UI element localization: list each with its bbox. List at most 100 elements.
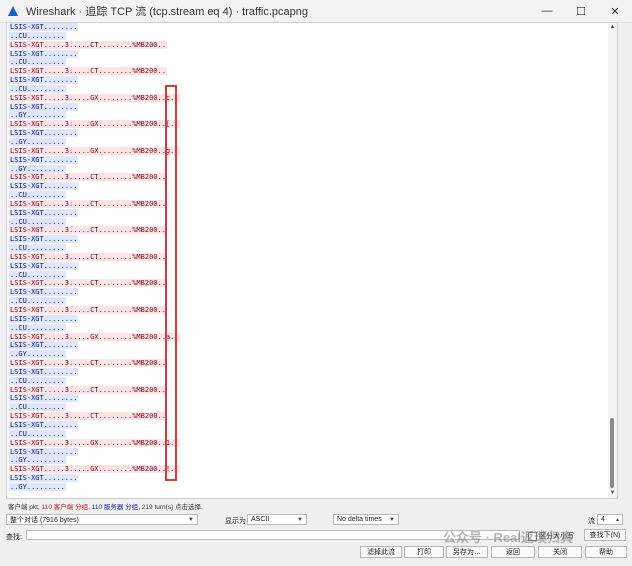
client-stream-line[interactable]: LSIS-XGT.....3.....CT........%MB200.. [9, 67, 180, 76]
stream-line-text: LSIS-XGT.....3.....CT........%MB200.. [9, 279, 167, 288]
maximize-button[interactable]: ☐ [564, 0, 598, 22]
stream-text[interactable]: LSIS-XGT........ ..CU......... LSIS-XGT...… [9, 23, 180, 492]
server-stream-line[interactable]: ..CU......... [9, 429, 180, 439]
stream-line-text: ..GY......... [9, 350, 66, 359]
client-stream-line[interactable]: LSIS-XGT.....3.....CT........%MB200.. [9, 199, 180, 209]
stream-line-text: ..CU......... [9, 376, 66, 385]
server-stream-line[interactable]: LSIS-XGT........ [9, 261, 180, 271]
server-stream-line[interactable]: LSIS-XGT........ [9, 23, 180, 32]
server-stream-line[interactable]: LSIS-XGT........ [9, 155, 180, 165]
server-stream-line[interactable]: ..CU......... [9, 270, 180, 280]
client-stream-line[interactable]: LSIS-XGT.....3.....GX........%MB200..g.. [9, 146, 180, 156]
client-stream-line[interactable]: LSIS-XGT.....3.....CT........%MB200.. [9, 385, 180, 395]
show-as-select[interactable]: ASCII ▼ [247, 514, 307, 525]
client-stream-line[interactable]: LSIS-XGT.....3.....CT........%MB200.. [9, 279, 180, 288]
close-window-button[interactable]: ✕ [598, 0, 632, 22]
save-as-button[interactable]: 另存为… [446, 546, 488, 558]
help-button[interactable]: 帮助 [585, 546, 627, 558]
client-stream-line[interactable]: LSIS-XGT.....3.....GX........%MB200..c.. [9, 93, 180, 103]
client-stream-line[interactable]: LSIS-XGT.....3.....CT........%MB200.. [9, 359, 180, 368]
client-stream-line[interactable]: LSIS-XGT.....3.....CT........%MB200.. [9, 252, 180, 262]
server-stream-line[interactable]: ..GY......... [9, 482, 180, 492]
stream-line-text: LSIS-XGT........ [9, 474, 79, 483]
server-stream-line[interactable]: LSIS-XGT........ [9, 288, 180, 297]
server-stream-line[interactable]: LSIS-XGT........ [9, 182, 180, 191]
stream-line-text: LSIS-XGT........ [9, 49, 79, 58]
scroll-thumb[interactable] [610, 418, 614, 488]
stream-line-text: LSIS-XGT.....3.....CT........%MB200.. [9, 226, 167, 235]
server-stream-line[interactable]: LSIS-XGT........ [9, 129, 180, 138]
client-stream-line[interactable]: LSIS-XGT.....3.....GX........%MB200..[.. [9, 120, 180, 129]
stream-content-pane[interactable]: LSIS-XGT........ ..CU......... LSIS-XGT...… [6, 22, 618, 499]
server-stream-line[interactable]: ..CU......... [9, 297, 180, 306]
server-stream-line[interactable]: LSIS-XGT........ [9, 341, 180, 350]
server-stream-line[interactable]: LSIS-XGT........ [9, 420, 180, 430]
server-stream-line[interactable]: ..CU......... [9, 244, 180, 253]
delta-times-value: No delta times [337, 516, 382, 523]
stream-line-text: LSIS-XGT........ [9, 102, 79, 111]
vertical-scrollbar[interactable]: ▲ ▼ [608, 23, 617, 498]
stream-line-text: ..CU......... [9, 191, 66, 200]
print-button[interactable]: 打印 [404, 546, 444, 558]
server-stream-line[interactable]: LSIS-XGT........ [9, 394, 180, 403]
client-stream-line[interactable]: LSIS-XGT.....3.....GX........%MB200..1.. [9, 438, 180, 448]
server-stream-line[interactable]: ..CU......... [9, 191, 180, 200]
scroll-down-arrow-icon[interactable]: ▼ [609, 490, 616, 497]
close-button[interactable]: 关闭 [538, 546, 582, 558]
server-stream-line[interactable]: ..CU......... [9, 376, 180, 386]
filter-out-stream-button[interactable]: 滤掉此流 [360, 546, 402, 558]
client-stream-line[interactable]: LSIS-XGT.....3.....GX........%MB200..a.. [9, 332, 180, 342]
server-stream-line[interactable]: ..GY......... [9, 456, 180, 465]
stream-line-text: LSIS-XGT.....3.....CT........%MB200.. [9, 306, 167, 314]
server-stream-line[interactable]: ..CU......... [9, 403, 180, 412]
client-stream-line[interactable]: LSIS-XGT.....3.....CT........%MB200.. [9, 40, 180, 50]
server-stream-line[interactable]: LSIS-XGT........ [9, 314, 180, 324]
controls-row: 整个对话 (7916 bytes) ▼ 显示为 ASCII ▼ No delta… [0, 512, 632, 528]
client-stream-line[interactable]: LSIS-XGT.....3.....CT........%MB200.. [9, 173, 180, 182]
server-stream-line[interactable]: ..CU......... [9, 84, 180, 94]
server-stream-line[interactable]: LSIS-XGT........ [9, 447, 180, 457]
client-stream-line[interactable]: LSIS-XGT.....3.....GX........%MB200..!.. [9, 465, 180, 474]
stream-line-text: LSIS-XGT........ [9, 314, 79, 323]
scroll-up-arrow-icon[interactable]: ▲ [609, 24, 616, 31]
delta-times-select[interactable]: No delta times ▼ [333, 514, 399, 525]
server-stream-line[interactable]: LSIS-XGT........ [9, 49, 180, 59]
server-stream-line[interactable]: ..CU......... [9, 217, 180, 227]
stream-line-text: ..GY......... [9, 164, 66, 173]
status-client-count: 110 客户端 分组 [41, 504, 89, 511]
minimize-button[interactable]: — [530, 0, 564, 22]
stream-line-text: LSIS-XGT........ [9, 129, 79, 138]
show-as-value: ASCII [251, 516, 270, 523]
stream-line-text: LSIS-XGT.....3.....GX........%MB200..c.. [9, 93, 180, 102]
server-stream-line[interactable]: LSIS-XGT........ [9, 208, 180, 218]
client-stream-line[interactable]: LSIS-XGT.....3.....CT........%MB200.. [9, 412, 180, 421]
stream-line-text: LSIS-XGT.....3.....CT........%MB200.. [9, 173, 167, 182]
server-stream-line[interactable]: LSIS-XGT........ [9, 76, 180, 85]
client-stream-line[interactable]: LSIS-XGT.....3.....CT........%MB200.. [9, 226, 180, 235]
server-stream-line[interactable]: ..GY......... [9, 164, 180, 174]
client-stream-line[interactable]: LSIS-XGT.....3.....CT........%MB200.. [9, 306, 180, 315]
stream-line-text: ..GY......... [9, 456, 66, 465]
back-button[interactable]: 返回 [491, 546, 535, 558]
conversation-value: 整个对话 (7916 bytes) [10, 516, 79, 524]
stream-line-text: LSIS-XGT........ [9, 235, 79, 244]
server-stream-line[interactable]: ..CU......... [9, 323, 180, 333]
server-stream-line[interactable]: ..GY......... [9, 350, 180, 359]
stream-number-spinner[interactable]: 4 ▴ [597, 514, 623, 525]
server-stream-line[interactable]: ..CU......... [9, 31, 180, 41]
server-stream-line[interactable]: LSIS-XGT........ [9, 367, 180, 377]
server-stream-line[interactable]: LSIS-XGT........ [9, 102, 180, 112]
server-stream-line[interactable]: LSIS-XGT........ [9, 474, 180, 483]
stream-label: 流 [588, 518, 595, 525]
conversation-select[interactable]: 整个对话 (7916 bytes) ▼ [6, 514, 198, 525]
stream-line-text: LSIS-XGT........ [9, 23, 79, 31]
status-prefix: 客户端 pkt, [8, 504, 42, 511]
spinner-arrows-icon[interactable]: ▴ [616, 516, 619, 523]
server-stream-line[interactable]: ..GY......... [9, 137, 180, 147]
server-stream-line[interactable]: LSIS-XGT........ [9, 235, 180, 244]
stream-line-text: LSIS-XGT.....3.....GX........%MB200..1.. [9, 438, 180, 447]
watermark: 公众号 · Real返璞归真 [443, 530, 574, 545]
find-next-button[interactable]: 查找下(N) [584, 529, 626, 541]
server-stream-line[interactable]: ..CU......... [9, 58, 180, 67]
server-stream-line[interactable]: ..GY......... [9, 111, 180, 120]
